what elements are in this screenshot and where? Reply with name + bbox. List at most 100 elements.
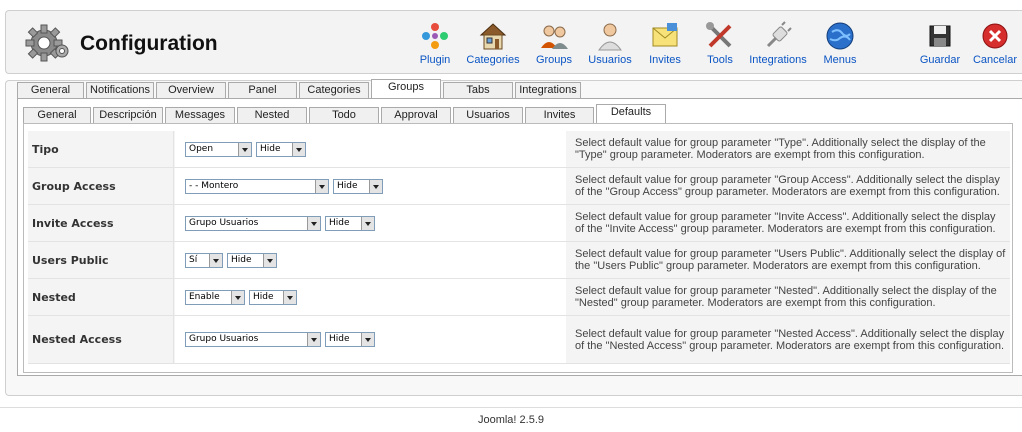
row-label: Group Access bbox=[28, 168, 174, 204]
group-access-select[interactable]: - - Montero bbox=[185, 178, 329, 194]
cancelar-button[interactable]: Cancelar bbox=[969, 19, 1021, 73]
invites-label: Invites bbox=[649, 54, 681, 66]
tipo-select[interactable]: Open bbox=[185, 141, 252, 157]
subtab-defaults[interactable]: Defaults bbox=[596, 104, 666, 123]
groups-button[interactable]: Groups bbox=[529, 19, 579, 73]
groups-icon bbox=[537, 19, 571, 53]
plugin-icon bbox=[418, 19, 452, 53]
tab-overview[interactable]: Overview bbox=[156, 82, 226, 98]
tools-button[interactable]: Tools bbox=[696, 19, 744, 73]
tools-label: Tools bbox=[707, 54, 733, 66]
row-controls: - - Montero Hide bbox=[175, 168, 566, 204]
nested-select[interactable]: Enable bbox=[185, 289, 245, 305]
row-description: Select default value for group parameter… bbox=[575, 174, 1000, 198]
guardar-button[interactable]: Guardar bbox=[916, 19, 964, 73]
subtab-general[interactable]: General bbox=[23, 107, 91, 123]
tab-notifications[interactable]: Notifications bbox=[86, 82, 154, 98]
row-label: Nested bbox=[28, 279, 174, 315]
tools-icon bbox=[703, 19, 737, 53]
usuarios-label: Usuarios bbox=[588, 54, 632, 66]
nested-display-select[interactable]: Hide bbox=[249, 289, 297, 305]
sub-tabs: General Descripción Messages Nested Todo… bbox=[23, 104, 668, 123]
subtab-approval[interactable]: Approval bbox=[381, 107, 451, 123]
users-public-display-select[interactable]: Hide bbox=[227, 252, 277, 268]
row-controls: Open Hide bbox=[175, 131, 566, 167]
chevron-down-icon bbox=[361, 216, 374, 230]
subtab-nested[interactable]: Nested bbox=[237, 107, 307, 123]
row-tipo: Tipo Open Hide Select default value for … bbox=[28, 131, 1010, 168]
defaults-table: Tipo Open Hide Select default value for … bbox=[28, 131, 1010, 364]
chevron-down-icon bbox=[231, 290, 244, 304]
plugin-button[interactable]: Plugin bbox=[411, 19, 459, 73]
row-label: Nested Access bbox=[28, 316, 174, 363]
row-description: Select default value for group parameter… bbox=[575, 137, 986, 161]
chevron-down-icon bbox=[307, 216, 320, 230]
categories-button[interactable]: Categories bbox=[464, 19, 522, 73]
row-nested: Nested Enable Hide Select default value … bbox=[28, 279, 1010, 316]
row-controls: Grupo Usuarios Hide bbox=[175, 316, 566, 363]
guardar-label: Guardar bbox=[919, 54, 961, 66]
tipo-display-select[interactable]: Hide bbox=[256, 141, 306, 157]
row-group-access: Group Access - - Montero Hide Select def… bbox=[28, 168, 1010, 205]
gear-icon bbox=[24, 23, 70, 66]
toolbar-header: Configuration Plugin Categories Groups U bbox=[5, 10, 1022, 74]
title-area: Configuration bbox=[24, 24, 218, 64]
categories-label: Categories bbox=[466, 54, 520, 66]
menus-button[interactable]: Menus bbox=[816, 19, 864, 73]
row-controls: Sí Hide bbox=[175, 242, 566, 278]
tab-categories[interactable]: Categories bbox=[299, 82, 369, 98]
save-icon bbox=[923, 19, 957, 53]
invite-access-display-select[interactable]: Hide bbox=[325, 215, 375, 231]
row-label: Tipo bbox=[28, 131, 174, 167]
footer-version: Joomla! 2.5.9 bbox=[0, 407, 1022, 432]
subtab-invites[interactable]: Invites bbox=[525, 107, 594, 123]
tab-panel[interactable]: Panel bbox=[228, 82, 297, 98]
chevron-down-icon bbox=[263, 253, 276, 267]
subtab-usuarios[interactable]: Usuarios bbox=[453, 107, 523, 123]
tab-tabs[interactable]: Tabs bbox=[443, 82, 513, 98]
invites-button[interactable]: Invites bbox=[641, 19, 689, 73]
invite-access-select[interactable]: Grupo Usuarios bbox=[185, 215, 321, 231]
plugin-label: Plugin bbox=[419, 54, 451, 66]
cancelar-label: Cancelar bbox=[972, 54, 1018, 66]
usuarios-button[interactable]: Usuarios bbox=[584, 19, 636, 73]
invites-icon bbox=[648, 19, 682, 53]
row-description: Select default value for group parameter… bbox=[575, 285, 997, 309]
integrations-button[interactable]: Integrations bbox=[746, 19, 810, 73]
main-tabs: General Notifications Overview Panel Cat… bbox=[17, 79, 583, 98]
tab-integrations[interactable]: Integrations bbox=[515, 82, 581, 98]
nested-access-select[interactable]: Grupo Usuarios bbox=[185, 332, 321, 347]
chevron-down-icon bbox=[361, 333, 374, 346]
row-controls: Grupo Usuarios Hide bbox=[175, 205, 566, 241]
page: Configuration Plugin Categories Groups U bbox=[0, 0, 1022, 432]
users-public-select[interactable]: Sí bbox=[185, 252, 223, 268]
subtab-messages[interactable]: Messages bbox=[165, 107, 235, 123]
row-nested-access: Nested Access Grupo Usuarios Hide Select… bbox=[28, 316, 1010, 364]
row-label: Invite Access bbox=[28, 205, 174, 241]
chevron-down-icon bbox=[238, 142, 251, 156]
row-description: Select default value for group parameter… bbox=[575, 327, 1005, 352]
groups-label: Groups bbox=[535, 54, 573, 66]
integrations-icon bbox=[761, 19, 795, 53]
row-description: Select default value for group parameter… bbox=[575, 211, 996, 235]
menus-label: Menus bbox=[823, 54, 857, 66]
tab-groups[interactable]: Groups bbox=[371, 79, 441, 98]
subtab-descripcion[interactable]: Descripción bbox=[93, 107, 163, 123]
nested-access-display-select[interactable]: Hide bbox=[325, 332, 375, 347]
chevron-down-icon bbox=[369, 179, 382, 193]
row-invite-access: Invite Access Grupo Usuarios Hide Select… bbox=[28, 205, 1010, 242]
menus-icon bbox=[823, 19, 857, 53]
tab-general[interactable]: General bbox=[17, 82, 84, 98]
cancel-icon bbox=[978, 19, 1012, 53]
page-title: Configuration bbox=[80, 32, 218, 55]
row-description: Select default value for group parameter… bbox=[575, 248, 1006, 272]
row-label: Users Public bbox=[28, 242, 174, 278]
chevron-down-icon bbox=[315, 179, 328, 193]
group-access-display-select[interactable]: Hide bbox=[333, 178, 383, 194]
subtab-todo[interactable]: Todo bbox=[309, 107, 379, 123]
integrations-label: Integrations bbox=[749, 54, 807, 66]
categories-icon bbox=[476, 19, 510, 53]
row-users-public: Users Public Sí Hide Select default valu… bbox=[28, 242, 1010, 279]
chevron-down-icon bbox=[283, 290, 296, 304]
chevron-down-icon bbox=[209, 253, 222, 267]
